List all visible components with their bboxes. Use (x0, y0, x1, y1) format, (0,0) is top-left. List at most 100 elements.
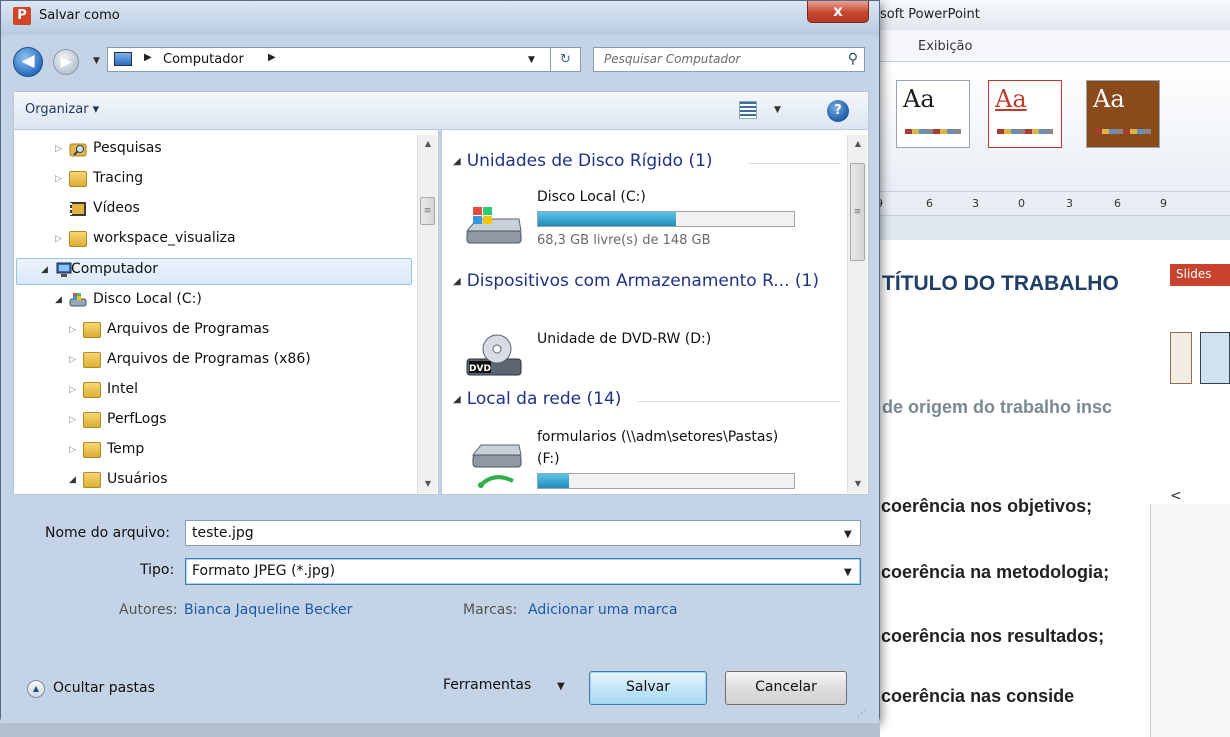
hide-folders-button[interactable]: Ocultar pastas (53, 680, 155, 696)
tree-item-label: Tracing (93, 170, 144, 186)
expand-icon[interactable]: ▷ (55, 234, 62, 244)
save-as-dialog: P Salvar como x ◀ ▶ ▼ ▶ Computador ▶ ▼ ↻… (0, 0, 880, 723)
ribbon-tabs (860, 30, 1230, 62)
navigation-scrollbar[interactable]: ▲ ≡ ▼ (417, 135, 437, 493)
save-button[interactable]: Salvar (589, 671, 707, 705)
slide-bullet[interactable]: e coerência nas conside (866, 686, 1074, 707)
organize-button[interactable]: Organizar ▾ (25, 102, 99, 117)
collapse-group-icon[interactable]: ◢ (453, 276, 461, 287)
scrollbar-thumb[interactable]: ≡ (420, 197, 435, 225)
help-icon[interactable]: ? (827, 100, 849, 122)
collapse-icon[interactable]: ◢ (55, 295, 62, 305)
slide-bullet[interactable]: e coerência nos objetivos; (866, 496, 1092, 517)
scroll-up-icon[interactable]: ▲ (848, 139, 868, 148)
group-header-hdd[interactable]: ◢ Unidades de Disco Rígido (1) (453, 151, 713, 171)
collapse-group-icon[interactable]: ◢ (453, 394, 461, 405)
slide-origin-text[interactable]: o de origem do trabalho insc (866, 397, 1112, 418)
group-header-network[interactable]: ◢ Local da rede (14) (453, 389, 621, 409)
slide-thumbnail[interactable] (1200, 332, 1230, 384)
cancel-button[interactable]: Cancelar (725, 671, 847, 705)
scroll-down-icon[interactable]: ▼ (848, 479, 868, 488)
filename-input[interactable] (185, 520, 861, 546)
local-disk-name[interactable]: Disco Local (C:) (537, 189, 646, 205)
powerpoint-app-icon: P (13, 7, 31, 25)
tools-button[interactable]: Ferramentas (443, 677, 531, 693)
history-dropdown-icon[interactable]: ▼ (93, 56, 100, 66)
group-header-label: Local da rede (14) (466, 389, 622, 409)
taskbar-strip (0, 723, 880, 737)
chevron-up-icon[interactable]: ▲ (27, 680, 45, 698)
change-view-icon[interactable] (739, 101, 757, 119)
view-dropdown-icon[interactable]: ▼ (774, 105, 781, 115)
expand-icon[interactable]: ▷ (69, 355, 76, 365)
ruler-tick: 3 (972, 197, 979, 210)
tab-exibicao[interactable]: Exibição (918, 39, 972, 54)
tools-dropdown-icon[interactable]: ▼ (557, 681, 565, 692)
tree-item-label: Arquivos de Programas (x86) (107, 351, 311, 367)
network-drive-icon (471, 444, 522, 489)
scrollbar-thumb[interactable]: ≡ (850, 163, 865, 261)
breadcrumb-chevron-icon[interactable]: ▶ (144, 52, 152, 63)
type-dropdown-icon[interactable]: ▼ (844, 567, 852, 578)
folder-icon (69, 171, 87, 187)
slide-title[interactable]: TÍTULO DO TRABALHO (882, 272, 1119, 296)
expand-icon[interactable]: ▷ (55, 144, 62, 154)
forward-button[interactable]: ▶ (53, 49, 79, 75)
forward-arrow-icon: ▶ (60, 54, 72, 70)
slide-thumbnail[interactable] (1170, 332, 1192, 384)
ruler-tick: 0 (1018, 197, 1025, 210)
tree-item-label: Intel (107, 381, 138, 397)
content-scrollbar[interactable]: ▲ ≡ ▼ (847, 135, 867, 493)
scroll-down-icon[interactable]: ▼ (418, 479, 438, 488)
collapse-group-icon[interactable]: ◢ (453, 156, 461, 167)
address-bar[interactable]: ▶ Computador ▶ ▼ (107, 47, 551, 72)
expand-icon[interactable]: ▷ (69, 325, 76, 335)
expand-icon[interactable]: ▷ (69, 415, 76, 425)
slides-panel-tab[interactable]: Slides (1170, 264, 1230, 286)
address-dropdown-icon[interactable]: ▼ (528, 55, 535, 65)
search-input[interactable]: Pesquisar Computador ⚲ (593, 47, 865, 72)
breadcrumb-computer[interactable]: Computador (163, 52, 244, 67)
theme-thumbnail-1[interactable]: Aa (896, 80, 970, 148)
group-divider (637, 401, 841, 402)
group-header-label: Dispositivos com Armazenamento R... (1) (466, 271, 820, 291)
theme-label: Aa (903, 85, 935, 113)
expand-icon[interactable]: ▷ (69, 385, 76, 395)
tree-item-label: PerfLogs (107, 411, 167, 427)
folder-icon (83, 322, 101, 338)
tree-item-label: Arquivos de Programas (107, 321, 270, 337)
group-header-removable[interactable]: ◢ Dispositivos com Armazenamento R... (1) (453, 271, 819, 291)
network-drive-name[interactable]: formularios (\\adm\setores\Pastas) (537, 429, 778, 445)
theme-thumbnail-2[interactable]: Aa (988, 80, 1062, 148)
dialog-titlebar[interactable] (1, 1, 879, 35)
file-type-select[interactable]: Formato JPEG (*.jpg) (185, 558, 861, 585)
drive-icon (69, 292, 87, 308)
slide-bullet[interactable]: e coerência na metodologia; (866, 562, 1109, 583)
collapse-panel-button[interactable]: < (1170, 488, 1182, 504)
folder-icon (83, 442, 101, 458)
collapse-icon[interactable]: ◢ (41, 265, 48, 275)
add-tag-field[interactable]: Adicionar uma marca (528, 602, 677, 618)
dvd-drive-name[interactable]: Unidade de DVD-RW (D:) (537, 331, 711, 347)
expand-icon[interactable]: ▷ (69, 445, 76, 455)
refresh-button[interactable]: ↻ (551, 47, 581, 72)
group-header-label: Unidades de Disco Rígido (1) (466, 151, 713, 171)
authors-field[interactable]: Bianca Jaqueline Becker (184, 602, 352, 618)
close-button[interactable]: x (807, 1, 869, 23)
dvd-icon-label: DVD (469, 364, 491, 374)
usage-fill (538, 212, 676, 226)
breadcrumb-chevron-icon[interactable]: ▶ (268, 52, 276, 63)
network-drive-letter[interactable]: (F:) (537, 451, 560, 467)
collapse-icon[interactable]: ◢ (69, 475, 76, 485)
expand-icon[interactable]: ▷ (55, 174, 62, 184)
filename-dropdown-icon[interactable]: ▼ (844, 529, 852, 540)
back-button[interactable]: ◀ (13, 47, 43, 77)
folder-icon (83, 382, 101, 398)
local-disk-icon (465, 207, 522, 244)
theme-thumbnail-3[interactable]: Aa (1086, 80, 1160, 148)
side-panel (1150, 504, 1230, 737)
search-icon[interactable]: ⚲ (848, 51, 858, 67)
slide-bullet[interactable]: e coerência nos resultados; (866, 626, 1104, 647)
scroll-up-icon[interactable]: ▲ (418, 139, 438, 148)
resize-grip-icon[interactable]: ⋰ (857, 709, 866, 719)
